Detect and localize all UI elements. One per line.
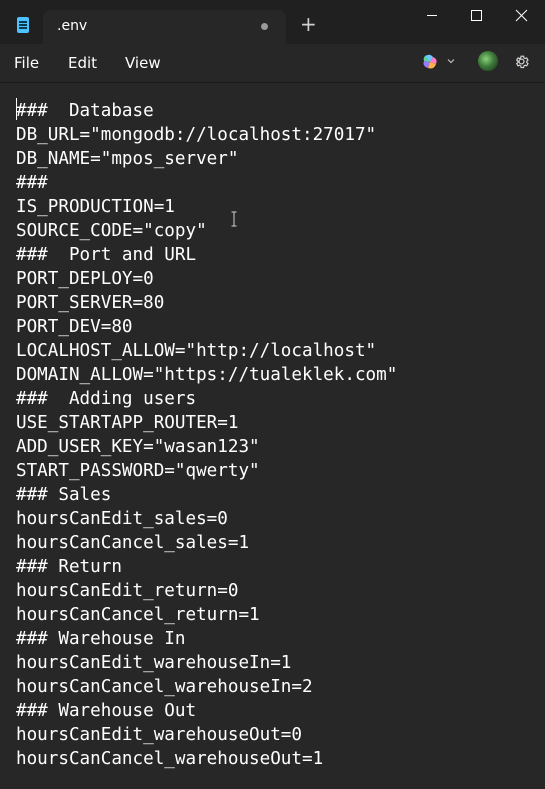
editor-line: DB_URL="mongodb://localhost:27017" <box>16 125 377 145</box>
editor-line: hoursCanEdit_warehouseIn=1 <box>16 653 292 673</box>
close-icon <box>515 9 528 22</box>
editor-lines: ### Database DB_URL="mongodb://localhost… <box>16 99 397 771</box>
editor-line: PORT_SERVER=80 <box>16 293 165 313</box>
chevron-down-icon[interactable] <box>445 55 457 67</box>
editor-line: hoursCanCancel_warehouseIn=2 <box>16 677 313 697</box>
editor-line: hoursCanCancel_sales=1 <box>16 533 250 553</box>
minimize-icon <box>427 15 437 16</box>
close-button[interactable] <box>499 0 545 32</box>
editor-line: ### <box>16 173 48 193</box>
editor-line: PORT_DEPLOY=0 <box>16 269 154 289</box>
editor-line: ### Port and URL <box>16 245 197 265</box>
avatar[interactable] <box>478 51 498 71</box>
editor-line: DOMAIN_ALLOW="https://tualeklek.com" <box>16 365 398 385</box>
editor-line: ### Return <box>16 557 122 577</box>
editor-line: SOURCE_CODE="copy" <box>16 221 207 241</box>
editor-line: ### Warehouse Out <box>16 701 197 721</box>
menu-edit[interactable]: Edit <box>68 54 97 72</box>
editor-line: LOCALHOST_ALLOW="http://localhost" <box>16 341 377 361</box>
editor-line: hoursCanEdit_return=0 <box>16 581 239 601</box>
maximize-button[interactable] <box>454 0 500 32</box>
editor-line: USE_STARTAPP_ROUTER=1 <box>16 413 239 433</box>
minimize-button[interactable] <box>409 0 455 32</box>
notepad-window: .env + File Edit View ### Database DB_UR… <box>0 0 545 789</box>
tab-title: .env <box>57 18 88 34</box>
editor-line: DB_NAME="mpos_server" <box>16 149 239 169</box>
editor-line: ### Adding users <box>16 389 197 409</box>
text-editor[interactable]: ### Database DB_URL="mongodb://localhost… <box>0 82 545 789</box>
editor-line: START_PASSWORD="qwerty" <box>16 461 260 481</box>
editor-line: IS_PRODUCTION=1 <box>16 197 175 217</box>
editor-line: ### Database <box>16 101 154 121</box>
editor-line: ### Warehouse In <box>16 629 186 649</box>
editor-line: hoursCanEdit_sales=0 <box>16 509 228 529</box>
tab-env[interactable]: .env <box>43 10 286 44</box>
title-bar: .env + <box>0 0 545 44</box>
maximize-icon <box>471 10 482 21</box>
editor-line: hoursCanCancel_return=1 <box>16 605 260 625</box>
gear-icon[interactable] <box>513 53 530 70</box>
menu-view[interactable]: View <box>125 54 161 72</box>
unsaved-dot-icon[interactable] <box>261 23 268 30</box>
copilot-icon[interactable] <box>421 53 439 71</box>
menu-bar: File Edit View <box>0 44 545 82</box>
menu-file[interactable]: File <box>14 54 39 72</box>
new-tab-button[interactable]: + <box>300 14 317 34</box>
notepad-app-icon <box>17 17 29 33</box>
text-caret <box>16 98 17 120</box>
ibeam-cursor-icon <box>231 211 237 227</box>
editor-line: PORT_DEV=80 <box>16 317 133 337</box>
editor-line: ### Sales <box>16 485 112 505</box>
editor-line: ADD_USER_KEY="wasan123" <box>16 437 260 457</box>
editor-line: hoursCanEdit_warehouseOut=0 <box>16 725 302 745</box>
editor-line: hoursCanCancel_warehouseOut=1 <box>16 749 324 769</box>
